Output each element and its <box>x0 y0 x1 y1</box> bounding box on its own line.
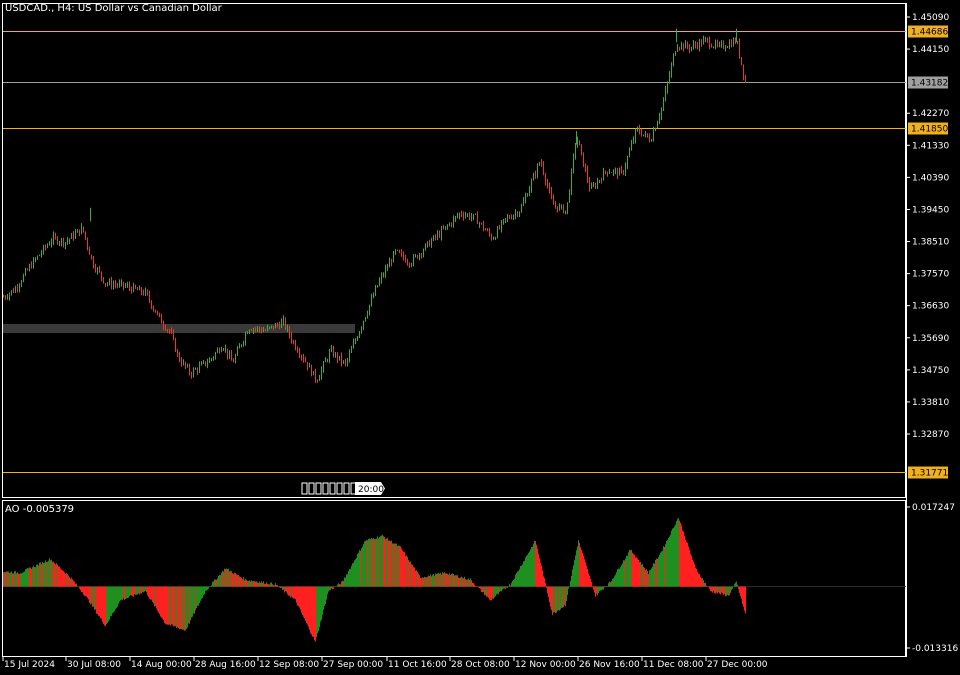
level-label: 1.43182 <box>911 79 948 89</box>
time-axis-label: 30 Jul 08:00 <box>67 660 121 670</box>
price-tick-label: 1.33810 <box>912 398 949 408</box>
time-axis-label: 12 Nov 00:00 <box>515 660 576 670</box>
ao-axis-top-label: 0.017247 <box>912 503 955 513</box>
marker-stub <box>301 482 308 495</box>
price-tick-label: 1.32870 <box>912 430 949 440</box>
main-pane-frame <box>2 3 906 498</box>
time-axis-label: 11 Oct 16:00 <box>388 660 447 670</box>
indicator-label: AO -0.005379 <box>5 504 75 515</box>
level-label: 1.31771 <box>911 469 948 479</box>
price-tick-label: 1.34750 <box>912 366 949 376</box>
time-axis-label: 26 Nov 16:00 <box>579 660 640 670</box>
ao-axis-bottom-label: -0.013316 <box>912 644 958 654</box>
chart-title: USDCAD., H4: US Dollar vs Canadian Dolla… <box>5 3 222 14</box>
price-tick-label: 1.40390 <box>912 173 949 183</box>
time-axis-label: 28 Oct 08:00 <box>451 660 510 670</box>
marker-stub <box>336 482 343 495</box>
time-axis-label: 28 Aug 16:00 <box>195 660 256 670</box>
price-tick-label: 1.36630 <box>912 302 949 312</box>
price-tick-label: 1.39450 <box>912 205 949 215</box>
marker-stub <box>343 482 350 495</box>
time-marker-label: 20:00 <box>358 485 384 495</box>
price-tick-label: 1.41330 <box>912 141 949 151</box>
time-axis-label: 12 Sep 08:00 <box>259 660 319 670</box>
price-tick-label: 1.35690 <box>912 334 949 344</box>
price-tick-label: 1.44150 <box>912 45 949 55</box>
time-axis-label: 14 Aug 00:00 <box>131 660 192 670</box>
marker-stub <box>329 482 336 495</box>
price-tick-label: 1.38510 <box>912 238 949 248</box>
marker-stub <box>315 482 322 495</box>
time-axis-label: 27 Sep 00:00 <box>323 660 383 670</box>
marker-stub <box>322 482 329 495</box>
chart-canvas[interactable]: 1.45090 1.44150 1.42270 1.41330 1.40390 1.394… <box>0 0 960 675</box>
time-axis-label: 11 Dec 08:00 <box>643 660 704 670</box>
time-axis-label: 27 Dec 00:00 <box>707 660 768 670</box>
marker-stub <box>308 482 315 495</box>
price-tick-label: 1.45090 <box>912 13 949 23</box>
price-tick-label: 1.37570 <box>912 270 949 280</box>
price-tick-label: 1.42270 <box>912 109 949 119</box>
support-zone <box>3 324 355 333</box>
level-label: 1.44686 <box>911 28 948 38</box>
time-axis-label: 15 Jul 2024 <box>4 660 55 670</box>
level-label: 1.41850 <box>911 125 948 135</box>
time-marker[interactable]: 20:00 <box>301 482 385 495</box>
